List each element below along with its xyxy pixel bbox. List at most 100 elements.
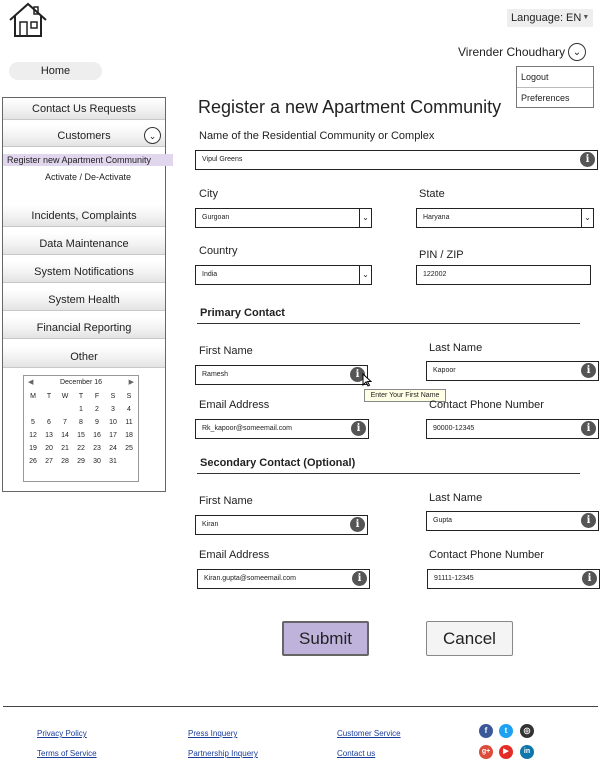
privacy-policy-link[interactable]: Privacy Policy bbox=[37, 729, 87, 738]
contact-us-link[interactable]: Contact us bbox=[337, 749, 375, 758]
footer-divider bbox=[3, 706, 598, 707]
info-icon[interactable]: i bbox=[581, 513, 596, 528]
preferences-menu-item[interactable]: Preferences bbox=[517, 87, 593, 108]
section-divider bbox=[197, 473, 580, 474]
google-plus-icon[interactable]: g+ bbox=[479, 745, 493, 759]
calendar-day[interactable]: 7 bbox=[57, 416, 73, 429]
sidebar-subitem-activate-deactivate[interactable]: Activate / De-Activate bbox=[3, 172, 173, 182]
calendar-day[interactable] bbox=[41, 403, 57, 416]
sidebar-item-other[interactable]: Other bbox=[3, 346, 165, 368]
calendar-day[interactable]: 12 bbox=[25, 429, 41, 442]
calendar-day[interactable]: 29 bbox=[73, 455, 89, 468]
calendar-day[interactable]: 1 bbox=[73, 403, 89, 416]
sidebar-item-contact-us-requests[interactable]: Contact Us Requests bbox=[3, 98, 165, 120]
calendar-day[interactable]: 9 bbox=[89, 416, 105, 429]
secondary-email-field[interactable]: Kiran.gupta@someemail.com i bbox=[197, 569, 370, 589]
user-name[interactable]: Virender Choudhary bbox=[458, 45, 565, 59]
calendar-day[interactable]: 19 bbox=[25, 442, 41, 455]
calendar-day[interactable]: 27 bbox=[41, 455, 57, 468]
calendar-day[interactable]: 11 bbox=[121, 416, 137, 429]
info-icon[interactable]: i bbox=[351, 421, 366, 436]
calendar-day[interactable]: 4 bbox=[121, 403, 137, 416]
secondary-first-name-field[interactable]: Kiran i bbox=[195, 515, 368, 535]
calendar-day[interactable]: 20 bbox=[41, 442, 57, 455]
calendar-day[interactable] bbox=[121, 455, 137, 468]
info-icon[interactable]: i bbox=[581, 421, 596, 436]
weekday: W bbox=[61, 393, 69, 400]
facebook-icon[interactable]: f bbox=[479, 724, 493, 738]
field-value: Kiran bbox=[202, 521, 219, 528]
partnership-inquery-link[interactable]: Partnership Inquery bbox=[188, 749, 258, 758]
sidebar-item-label: Data Maintenance bbox=[39, 238, 129, 250]
sidebar-item-customers[interactable]: Customers ⌄ bbox=[3, 125, 165, 147]
state-select[interactable]: Haryana ⌄ bbox=[416, 208, 594, 228]
calendar-day[interactable]: 15 bbox=[73, 429, 89, 442]
secondary-phone-field[interactable]: 91111-12345 i bbox=[427, 569, 600, 589]
home-button[interactable]: Home bbox=[9, 62, 102, 80]
sidebar-item-system-notifications[interactable]: System Notifications bbox=[3, 261, 165, 283]
calendar-day[interactable]: 3 bbox=[105, 403, 121, 416]
field-value: Kapoor bbox=[433, 367, 456, 374]
youtube-icon[interactable]: ▶ bbox=[499, 745, 513, 759]
calendar-day[interactable]: 25 bbox=[121, 442, 137, 455]
logo-house-icon[interactable] bbox=[8, 2, 48, 38]
sidebar-item-financial-reporting[interactable]: Financial Reporting bbox=[3, 317, 165, 339]
pin-field[interactable]: 122002 bbox=[416, 265, 591, 285]
primary-email-field[interactable]: Rk_kapoor@someemail.com i bbox=[195, 419, 369, 439]
info-icon[interactable]: i bbox=[580, 152, 595, 167]
calendar-day[interactable] bbox=[57, 403, 73, 416]
terms-of-service-link[interactable]: Terms of Service bbox=[37, 749, 97, 758]
calendar-day[interactable]: 13 bbox=[41, 429, 57, 442]
calendar-day[interactable]: 2 bbox=[89, 403, 105, 416]
press-inquery-link[interactable]: Press Inquery bbox=[188, 729, 237, 738]
info-icon[interactable]: i bbox=[581, 363, 596, 378]
weekday: F bbox=[94, 393, 100, 400]
calendar-day[interactable] bbox=[25, 403, 41, 416]
calendar-day[interactable]: 17 bbox=[105, 429, 121, 442]
secondary-last-name-label: Last Name bbox=[429, 492, 483, 504]
calendar-day[interactable]: 21 bbox=[57, 442, 73, 455]
calendar-day[interactable]: 22 bbox=[73, 442, 89, 455]
secondary-last-name-field[interactable]: Gupta i bbox=[426, 511, 599, 531]
calendar-day[interactable]: 8 bbox=[73, 416, 89, 429]
calendar-day[interactable]: 14 bbox=[57, 429, 73, 442]
calendar-day[interactable]: 16 bbox=[89, 429, 105, 442]
instagram-icon[interactable]: ◎ bbox=[520, 724, 534, 738]
sidebar-item-system-health[interactable]: System Health bbox=[3, 289, 165, 311]
calendar-day[interactable]: 10 bbox=[105, 416, 121, 429]
chevron-down-icon[interactable]: ⌄ bbox=[144, 127, 161, 144]
calendar-prev-icon[interactable]: ◀ bbox=[28, 376, 33, 390]
calendar-day[interactable]: 28 bbox=[57, 455, 73, 468]
submit-button[interactable]: Submit bbox=[282, 621, 369, 656]
linkedin-icon[interactable]: in bbox=[520, 745, 534, 759]
sidebar-item-incidents-complaints[interactable]: Incidents, Complaints bbox=[3, 205, 165, 227]
weekday: T bbox=[78, 393, 84, 400]
language-selector[interactable]: Language: EN▼ bbox=[507, 9, 593, 27]
calendar-day[interactable]: 18 bbox=[121, 429, 137, 442]
user-menu-toggle-chevron-icon[interactable]: ⌄ bbox=[568, 43, 586, 61]
language-label: Language: EN bbox=[511, 12, 582, 24]
primary-phone-field[interactable]: 90000-12345 i bbox=[426, 419, 599, 439]
country-select[interactable]: India ⌄ bbox=[195, 265, 372, 285]
calendar-day[interactable]: 23 bbox=[89, 442, 105, 455]
logout-menu-item[interactable]: Logout bbox=[517, 67, 593, 87]
primary-last-name-field[interactable]: Kapoor i bbox=[426, 361, 599, 381]
info-icon[interactable]: i bbox=[582, 571, 597, 586]
calendar-next-icon[interactable]: ▶ bbox=[129, 376, 134, 390]
community-name-field[interactable]: Vipul Greens i bbox=[195, 150, 598, 170]
sidebar-subitem-register-community[interactable]: Register new Apartment Community bbox=[3, 154, 173, 166]
twitter-icon[interactable]: t bbox=[499, 724, 513, 738]
calendar-day[interactable]: 30 bbox=[89, 455, 105, 468]
calendar-day[interactable]: 31 bbox=[105, 455, 121, 468]
customer-service-link[interactable]: Customer Service bbox=[337, 729, 401, 738]
sidebar-item-data-maintenance[interactable]: Data Maintenance bbox=[3, 233, 165, 255]
cancel-button[interactable]: Cancel bbox=[426, 621, 513, 656]
info-icon[interactable]: i bbox=[352, 571, 367, 586]
calendar-day[interactable]: 24 bbox=[105, 442, 121, 455]
calendar-day[interactable]: 6 bbox=[41, 416, 57, 429]
city-select[interactable]: Gurgoan ⌄ bbox=[195, 208, 372, 228]
primary-first-name-field[interactable]: Ramesh i bbox=[195, 365, 368, 385]
info-icon[interactable]: i bbox=[350, 517, 365, 532]
calendar-day[interactable]: 26 bbox=[25, 455, 41, 468]
calendar-day[interactable]: 5 bbox=[25, 416, 41, 429]
